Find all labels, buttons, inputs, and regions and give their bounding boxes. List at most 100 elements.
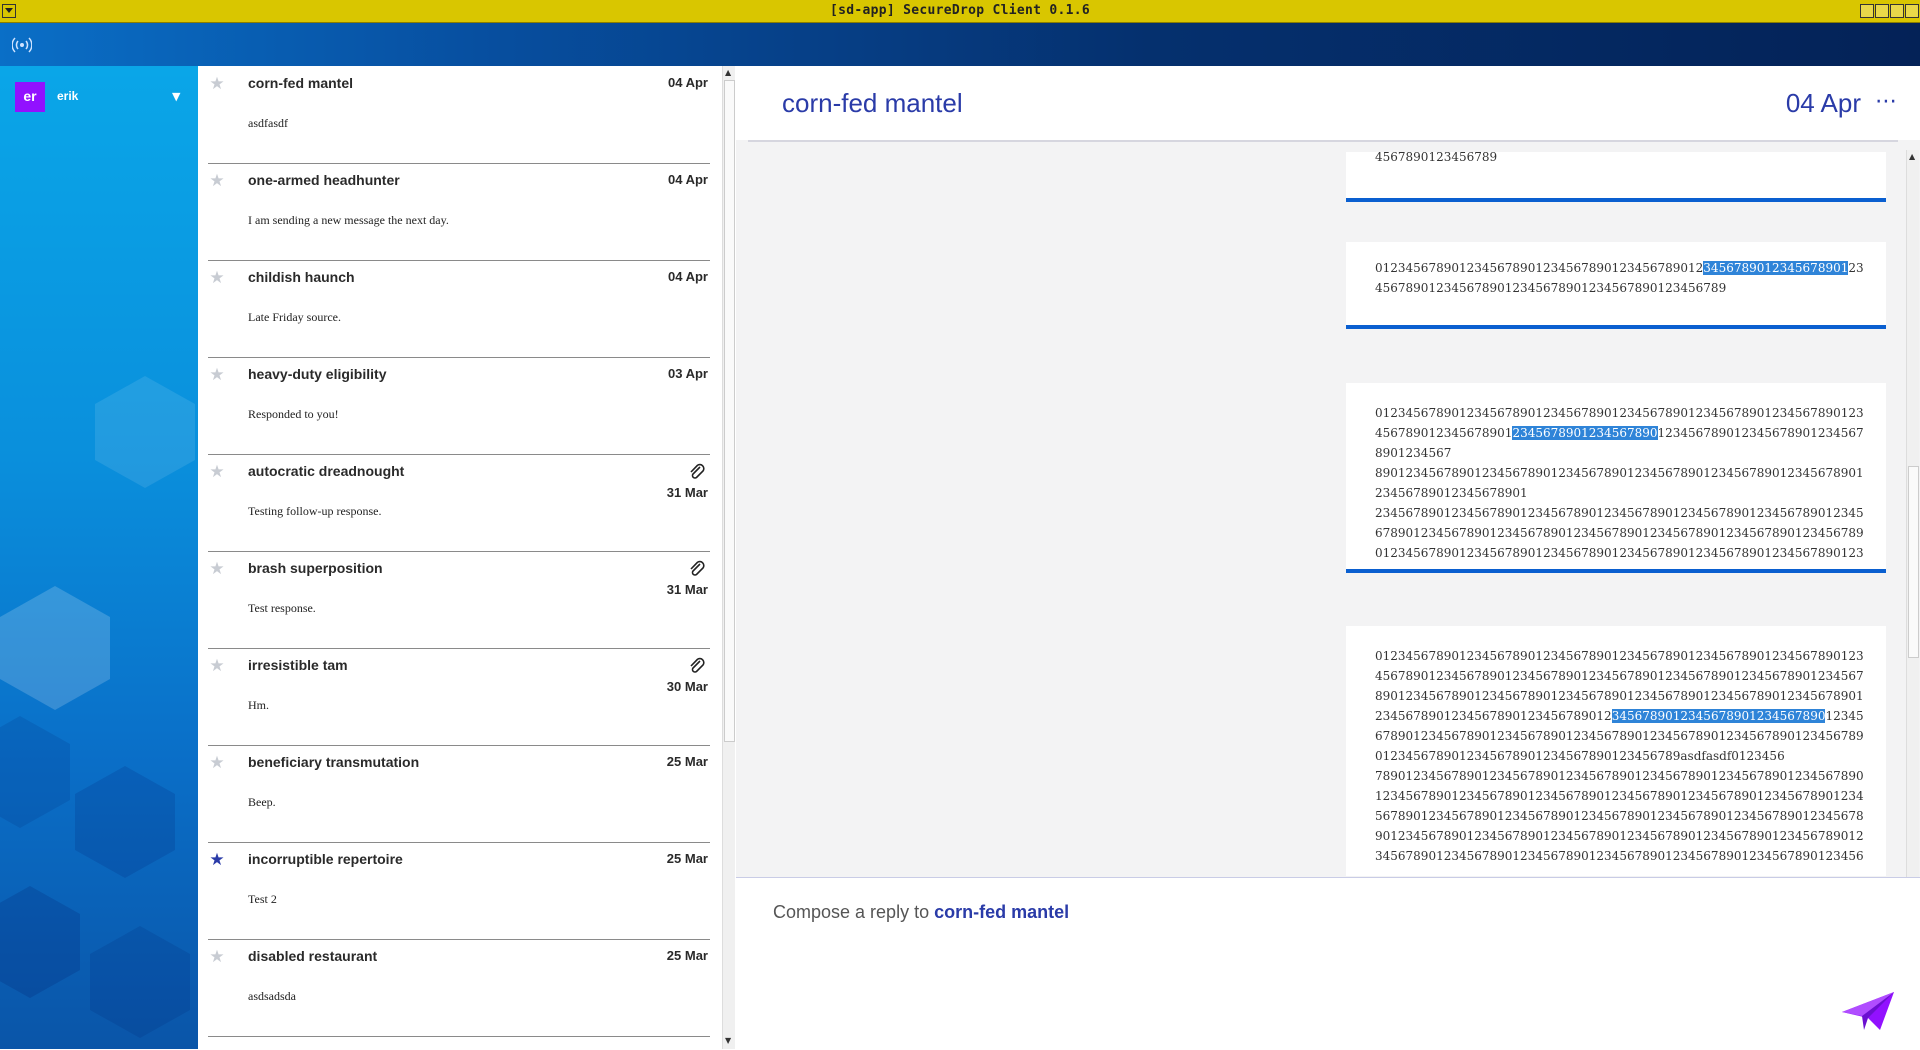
decorative-hexagon bbox=[75, 766, 175, 878]
source-name: brash superposition bbox=[248, 560, 383, 576]
message-text-run: 0123456789012345678901234567890123456789… bbox=[1375, 649, 1864, 663]
source-item[interactable]: ★ autocratic dreadnought 31 Mar Testing … bbox=[208, 454, 710, 552]
star-icon[interactable]: ★ bbox=[208, 948, 226, 966]
source-date: 25 Mar bbox=[666, 948, 708, 963]
message-text-run: 9012345678901234567890123456789012345678… bbox=[1375, 829, 1864, 843]
star-icon[interactable]: ★ bbox=[208, 754, 226, 772]
decorative-hexagon bbox=[90, 926, 190, 1038]
message-text-run: 6789012345678901234567890123456789012345… bbox=[1375, 526, 1864, 540]
source-date: 04 Apr bbox=[668, 172, 708, 187]
source-date: 31 Mar bbox=[666, 485, 708, 500]
source-preview: Late Friday source. bbox=[248, 310, 341, 324]
source-item[interactable]: ★ corn-fed mantel 04 Apr asdfasdf bbox=[208, 66, 710, 164]
message-text-run: 5678901234567890123456789012345678901234… bbox=[1375, 809, 1864, 823]
reply-box[interactable]: Compose a reply to corn-fed mantel bbox=[736, 877, 1920, 1050]
source-preview: Responded to you! bbox=[248, 407, 339, 421]
message-text: 0123456789012345678901234567890123456789… bbox=[1375, 403, 1865, 557]
source-item[interactable]: ★ brash superposition 31 Mar Test respon… bbox=[208, 551, 710, 649]
message-text-run: 0123456789012345678901234567890123456789… bbox=[1375, 546, 1864, 557]
scroll-up-arrow-icon[interactable]: ▲ bbox=[1909, 152, 1915, 161]
source-date: 30 Mar bbox=[666, 679, 708, 694]
window-maximize-button[interactable] bbox=[1890, 4, 1904, 18]
source-list: ★ corn-fed mantel 04 Apr asdfasdf ★ one-… bbox=[198, 66, 720, 1049]
scroll-up-arrow-icon[interactable]: ▲ bbox=[725, 68, 731, 77]
selected-text: 3456789012345678901 bbox=[1703, 261, 1849, 275]
message-bubble: 0123456789012345678901234567890123456789… bbox=[1346, 242, 1886, 329]
conversation-title: corn-fed mantel bbox=[782, 88, 963, 118]
message-text-run: 2345678901234567890123456789012345678901… bbox=[1375, 506, 1864, 520]
source-date: 04 Apr bbox=[668, 269, 708, 284]
source-item[interactable]: ★ irresistible tam 30 Mar Hm. bbox=[208, 648, 710, 746]
window-shade-button[interactable] bbox=[1860, 4, 1874, 18]
window-titlebar: [sd-app] SecureDrop Client 0.1.6 bbox=[0, 0, 1920, 23]
star-icon[interactable]: ★ bbox=[208, 560, 226, 578]
left-sidebar: er erik ▼ bbox=[0, 66, 198, 1049]
star-icon[interactable]: ★ bbox=[208, 172, 226, 190]
source-item[interactable]: ★ one-armed headhunter 04 Apr I am sendi… bbox=[208, 163, 710, 261]
scrollbar-thumb[interactable] bbox=[1908, 466, 1919, 658]
scroll-down-arrow-icon[interactable]: ▼ bbox=[725, 1036, 731, 1045]
send-icon[interactable] bbox=[1840, 990, 1896, 1032]
sd-logo-hexagon bbox=[0, 586, 110, 710]
source-name: one-armed headhunter bbox=[248, 172, 400, 188]
message-text-run: 0123456789012345678901234567890123456789… bbox=[1375, 406, 1864, 420]
message-bar bbox=[1346, 198, 1886, 202]
message-text-run: 8901234567890123456789012345678901234567… bbox=[1375, 466, 1864, 500]
conversation-scrollbar[interactable]: ▲ ▼ bbox=[1906, 150, 1919, 946]
message-text-run: 4567890123456789012345678901234567890123… bbox=[1375, 669, 1864, 683]
selected-text: 2345678901234567890 bbox=[1512, 426, 1658, 440]
message-text-run: 0123456789012345678901234567890123456789… bbox=[1375, 261, 1704, 275]
more-options-icon[interactable]: ⋯ bbox=[1875, 89, 1898, 114]
paperclip-icon bbox=[690, 657, 705, 673]
star-icon[interactable]: ★ bbox=[208, 463, 226, 481]
star-icon[interactable]: ★ bbox=[208, 366, 226, 384]
reply-placeholder[interactable]: Compose a reply to corn-fed mantel bbox=[773, 902, 1069, 923]
decorative-hexagon bbox=[0, 886, 80, 998]
paperclip-icon bbox=[690, 463, 705, 479]
source-item[interactable]: ★ childish haunch 04 Apr Late Friday sou… bbox=[208, 260, 710, 358]
source-date: 31 Mar bbox=[666, 582, 708, 597]
source-date: 04 Apr bbox=[668, 75, 708, 90]
message-text-run: 7890123456789012345678901234567890123456… bbox=[1375, 769, 1864, 783]
source-name: beneficiary transmutation bbox=[248, 754, 420, 770]
message-bubble: 4567890123456789 bbox=[1346, 152, 1886, 202]
source-list-scrollbar[interactable]: ▲ ▼ bbox=[722, 66, 735, 1049]
source-item[interactable]: ★ disabled restaurant 25 Mar asdsadsda bbox=[208, 939, 710, 1037]
source-preview: I am sending a new message the next day. bbox=[248, 213, 449, 227]
star-icon[interactable]: ★ bbox=[208, 851, 226, 869]
source-item[interactable]: ★ beneficiary transmutation 25 Mar Beep. bbox=[208, 745, 710, 843]
user-name[interactable]: erik bbox=[57, 89, 78, 103]
message-text-run: 6789012345678901234567890123456789012345… bbox=[1375, 729, 1864, 743]
source-preview: Test response. bbox=[248, 601, 316, 615]
message-bar bbox=[1346, 325, 1886, 329]
window-close-button[interactable] bbox=[1905, 4, 1919, 18]
source-preview: asdsadsda bbox=[248, 989, 296, 1003]
window-minimize-button[interactable] bbox=[1875, 4, 1889, 18]
message-bubble: 0123456789012345678901234567890123456789… bbox=[1346, 383, 1886, 573]
source-date: 25 Mar bbox=[666, 851, 708, 866]
message-text-run: 1234567890123456789012345678901234567890… bbox=[1375, 789, 1864, 803]
message-text: 4567890123456789 bbox=[1375, 152, 1865, 167]
scrollbar-thumb[interactable] bbox=[724, 80, 735, 742]
conversation-header: corn-fed mantel 04 Apr ⋯ bbox=[736, 66, 1920, 140]
decorative-hexagon bbox=[95, 376, 195, 488]
message-text: 0123456789012345678901234567890123456789… bbox=[1375, 646, 1865, 866]
message-text: 0123456789012345678901234567890123456789… bbox=[1375, 258, 1865, 298]
star-icon[interactable]: ★ bbox=[208, 657, 226, 675]
source-item[interactable]: ★ heavy-duty eligibility 03 Apr Responde… bbox=[208, 357, 710, 455]
chevron-down-icon[interactable]: ▼ bbox=[172, 90, 180, 103]
source-item[interactable]: ★ incorruptible repertoire 25 Mar Test 2 bbox=[208, 842, 710, 940]
avatar[interactable]: er bbox=[15, 82, 45, 112]
message-text-run: 2345678901234567890123456789012 bbox=[1375, 709, 1612, 723]
star-icon[interactable]: ★ bbox=[208, 269, 226, 287]
star-icon[interactable]: ★ bbox=[208, 75, 226, 93]
reply-prompt-prefix: Compose a reply to bbox=[773, 902, 930, 922]
message-text-run: 4567890123456789012345678901234567890123… bbox=[1375, 281, 1727, 295]
message-bar bbox=[1346, 569, 1886, 573]
sync-icon[interactable] bbox=[12, 35, 32, 55]
message-bubble: 0123456789012345678901234567890123456789… bbox=[1346, 626, 1886, 876]
source-name: autocratic dreadnought bbox=[248, 463, 405, 479]
message-text-run: 12345 bbox=[1825, 709, 1864, 723]
source-preview: asdfasdf bbox=[248, 116, 288, 130]
message-text-run: 8901234567890123456789012345678901234567… bbox=[1375, 689, 1864, 703]
